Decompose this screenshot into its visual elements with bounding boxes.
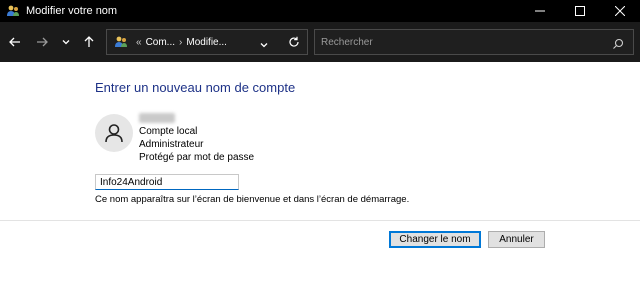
name-hint-text: Ce nom apparaîtra sur l’écran de bienven… [95,194,410,205]
minimize-button[interactable] [520,0,560,22]
arrow-up-icon [84,36,94,47]
change-name-button[interactable]: Changer le nom [389,231,481,248]
cancel-button[interactable]: Annuler [488,231,545,248]
arrow-left-icon [9,37,20,47]
up-button[interactable] [80,33,98,51]
breadcrumb-overflow[interactable]: « [136,37,142,48]
navigation-bar: « Com... › Modifie... [0,22,640,62]
address-history-button[interactable] [259,37,269,55]
account-role: Administrateur [139,139,204,150]
address-bar[interactable]: « Com... › Modifie... [106,29,308,55]
search-box[interactable] [314,29,634,55]
chevron-down-icon [62,40,70,45]
users-icon [114,35,132,49]
back-button[interactable] [6,33,24,51]
refresh-icon [289,36,299,47]
close-button[interactable] [600,0,640,22]
minimize-icon [535,10,545,12]
search-input[interactable] [321,36,601,48]
users-icon [6,4,20,18]
page-title: Entrer un nouveau nom de compte [95,80,296,95]
forward-button[interactable] [33,33,51,51]
refresh-button[interactable] [287,35,301,54]
user-icon [105,124,123,143]
divider [0,220,640,221]
close-icon [615,6,625,16]
recent-locations-button[interactable] [57,33,75,51]
window-title: Modifier votre nom [26,5,118,17]
maximize-icon [575,6,585,16]
account-type: Compte local [139,126,198,137]
account-protection: Protégé par mot de passe [139,152,255,163]
breadcrumb-separator[interactable]: › [179,37,182,48]
search-icon[interactable] [612,37,624,55]
chevron-down-icon [260,43,268,48]
breadcrumb-item[interactable]: Com... [146,37,175,48]
breadcrumb-item[interactable]: Modifie... [186,37,227,48]
maximize-button[interactable] [560,0,600,22]
window-controls [520,0,640,22]
title-bar: Modifier votre nom [0,0,640,22]
arrow-right-icon [37,37,48,47]
account-name-field[interactable] [95,174,239,190]
blurred-account-name [139,113,175,123]
window: Modifier votre nom « Com... › Modifie...… [0,0,640,298]
avatar [95,114,133,152]
